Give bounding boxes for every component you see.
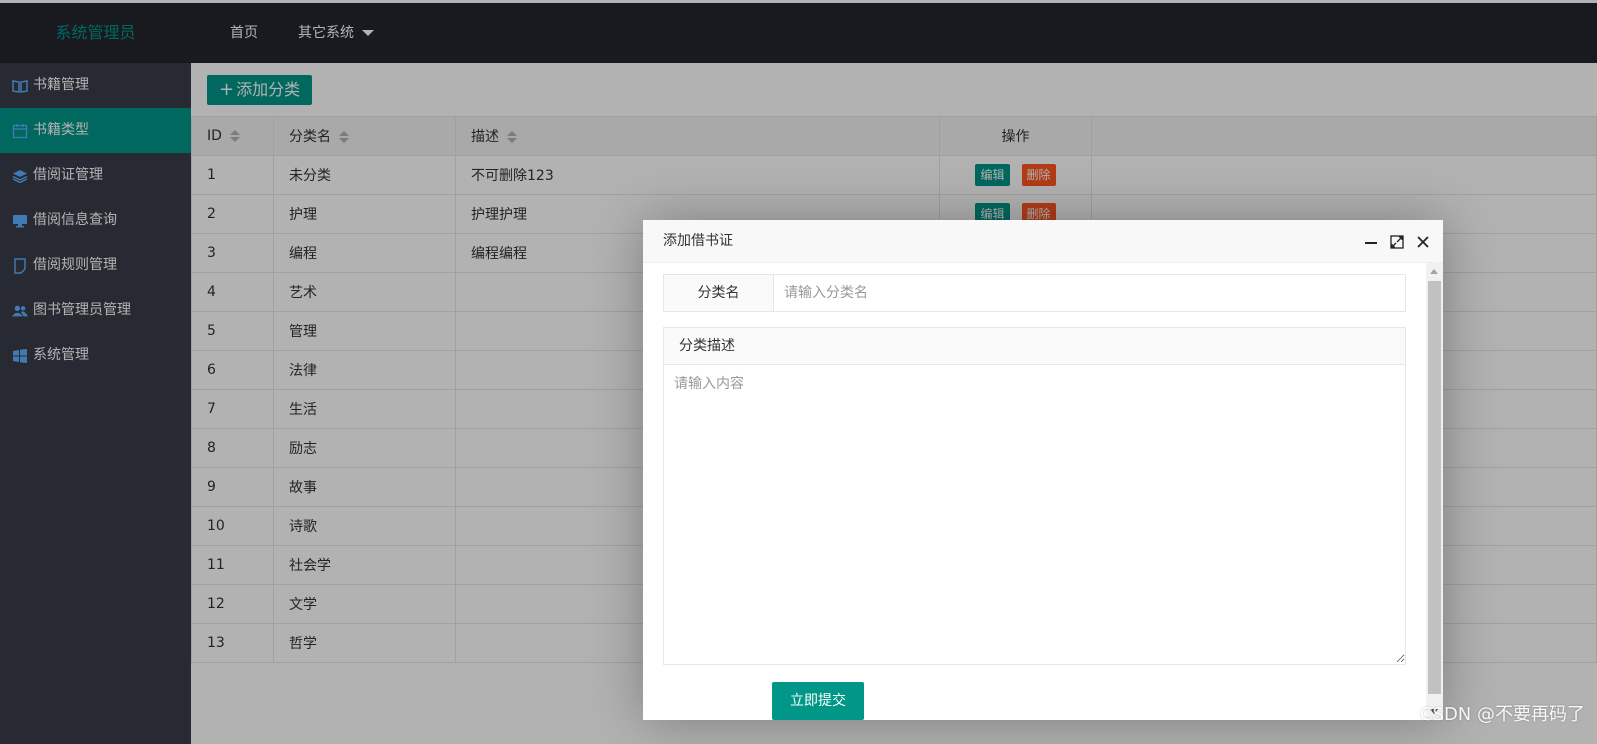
dialog-header: 添加借书证 [643, 220, 1443, 263]
scroll-thumb[interactable] [1428, 281, 1441, 694]
dialog-title: 添加借书证 [663, 233, 733, 249]
category-name-label: 分类名 [664, 275, 774, 311]
category-desc-box: 分类描述 [663, 327, 1406, 665]
scroll-up-icon[interactable] [1430, 269, 1438, 274]
category-name-row: 分类名 [663, 274, 1406, 312]
close-icon[interactable] [1415, 234, 1431, 250]
dialog-scrollbar[interactable] [1426, 263, 1443, 720]
add-card-dialog: 添加借书证 分类名 分类描述 立即提交 [643, 220, 1443, 720]
category-desc-label: 分类描述 [664, 328, 1405, 365]
category-desc-textarea[interactable] [664, 365, 1405, 663]
watermark: CSDN @不要再码了 [1419, 704, 1585, 725]
minimize-icon[interactable] [1363, 234, 1379, 250]
category-name-input[interactable] [774, 275, 1405, 311]
maximize-icon[interactable] [1389, 234, 1405, 250]
dialog-tools [1363, 220, 1431, 263]
submit-button[interactable]: 立即提交 [772, 682, 864, 720]
dialog-body: 分类名 分类描述 立即提交 [643, 263, 1443, 720]
